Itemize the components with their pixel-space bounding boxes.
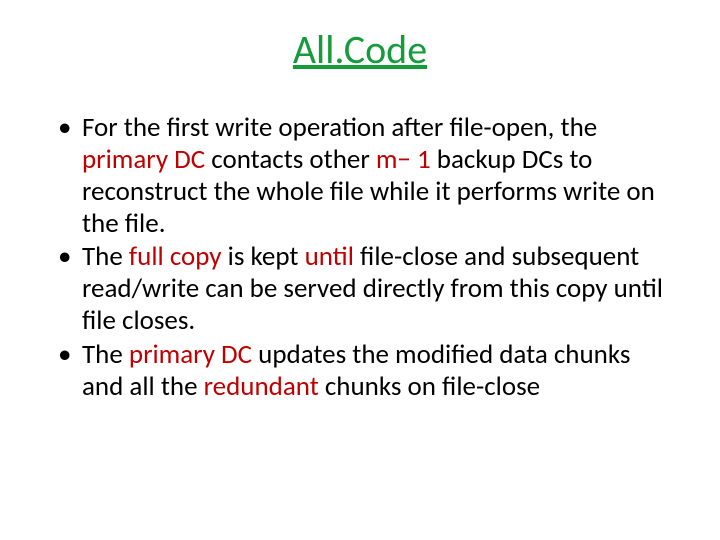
text: The: [82, 240, 129, 273]
text: The: [82, 338, 129, 371]
text-highlight: primary DC: [129, 338, 252, 371]
slide-title: All.Code: [54, 28, 666, 72]
text-highlight: until: [305, 240, 360, 273]
text: updates the modified: [252, 338, 493, 371]
text: first write operation after file-open, t…: [160, 111, 597, 144]
bullet-item: For the first write operation after file…: [54, 112, 666, 239]
text-highlight: primary DC: [82, 143, 205, 176]
text: file-close: [360, 240, 458, 273]
text: other: [303, 143, 376, 176]
text: chunks on file-close: [319, 370, 540, 403]
slide: All.Code For the first write operation a…: [0, 0, 720, 540]
bullet-item: The primary DC updates the modified data…: [54, 339, 666, 403]
text-highlight: full copy: [129, 240, 222, 273]
text-highlight: m− 1: [376, 143, 437, 176]
bullet-list: For the first write operation after file…: [54, 112, 666, 403]
text: For the: [82, 111, 160, 144]
text: contacts: [205, 143, 303, 176]
text-highlight: redundant: [204, 370, 319, 403]
text: is kept: [222, 240, 305, 273]
bullet-item: The full copy is kept until file-close a…: [54, 241, 666, 337]
